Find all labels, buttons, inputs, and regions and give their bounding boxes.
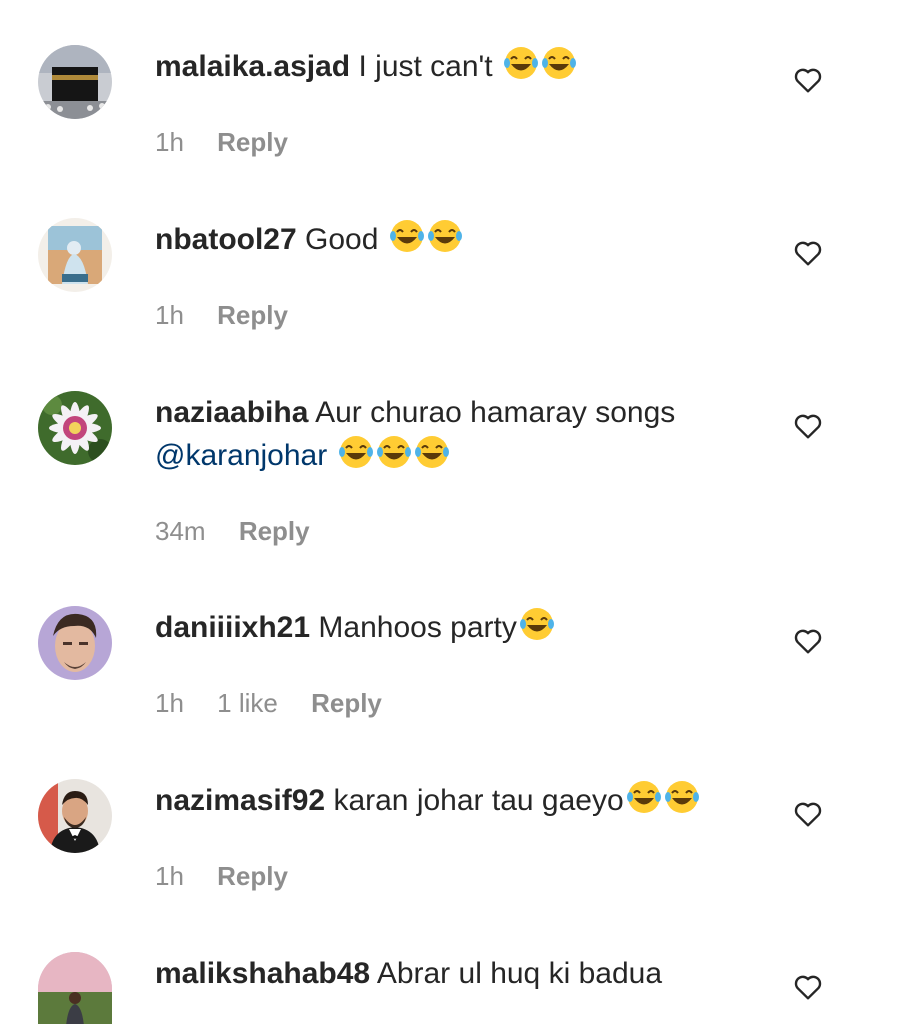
heart-outline-icon[interactable]: [792, 64, 824, 96]
comment-time: 1h: [155, 688, 184, 718]
face-with-tears-of-joy-icon: [626, 779, 662, 815]
face-with-tears-of-joy-icon: [414, 434, 450, 470]
face-with-tears-of-joy-icon: [664, 779, 700, 815]
avatar[interactable]: [38, 45, 112, 119]
comment-username[interactable]: malaika.asjad: [155, 50, 350, 83]
comment-username[interactable]: naziaabiha: [155, 396, 308, 429]
heart-outline-icon[interactable]: [792, 798, 824, 830]
avatar-image: [38, 952, 112, 1024]
avatar[interactable]: [38, 606, 112, 680]
avatar-image: [38, 606, 112, 680]
comment-text: Manhoos party: [318, 611, 517, 644]
reply-button[interactable]: Reply: [239, 516, 310, 546]
mention-link[interactable]: @karanjohar: [155, 439, 327, 472]
avatar[interactable]: [38, 779, 112, 853]
comment-text: karan johar tau gaeyo: [333, 784, 624, 817]
avatar-image: [38, 391, 112, 465]
comment-time: 34m: [155, 516, 206, 546]
comment-username[interactable]: daniiiixh21: [155, 611, 310, 644]
comment-text: Abrar ul huq ki badua: [376, 957, 663, 990]
reply-button[interactable]: Reply: [217, 861, 288, 891]
reply-button[interactable]: Reply: [217, 300, 288, 330]
face-with-tears-of-joy-icon: [541, 45, 577, 81]
avatar[interactable]: [38, 218, 112, 292]
face-with-tears-of-joy-icon: [338, 434, 374, 470]
face-with-tears-of-joy-icon: [519, 606, 555, 642]
avatar[interactable]: [38, 391, 112, 465]
face-with-tears-of-joy-icon: [427, 218, 463, 254]
heart-outline-icon[interactable]: [792, 410, 824, 442]
like-count[interactable]: 1 like: [217, 688, 278, 718]
comment-time: 1h: [155, 300, 184, 330]
heart-outline-icon[interactable]: [792, 625, 824, 657]
comment-username[interactable]: nbatool27: [155, 223, 297, 256]
comment-text: I just can't: [358, 50, 493, 83]
avatar-image: [38, 45, 112, 119]
avatar[interactable]: [38, 952, 112, 1024]
heart-outline-icon[interactable]: [792, 971, 824, 1003]
avatar-image: [38, 779, 112, 853]
comment-time: 1h: [155, 861, 184, 891]
comment-time: 1h: [155, 127, 184, 157]
comment-username[interactable]: nazimasif92: [155, 784, 325, 817]
reply-button[interactable]: Reply: [311, 688, 382, 718]
heart-outline-icon[interactable]: [792, 237, 824, 269]
reply-button[interactable]: Reply: [217, 127, 288, 157]
face-with-tears-of-joy-icon: [389, 218, 425, 254]
comment-text: Aur churao hamaray songs: [315, 396, 676, 429]
face-with-tears-of-joy-icon: [503, 45, 539, 81]
avatar-image: [38, 218, 112, 292]
face-with-tears-of-joy-icon: [376, 434, 412, 470]
comment-text: Good: [305, 223, 379, 256]
comment-username[interactable]: malikshahab48: [155, 957, 370, 990]
